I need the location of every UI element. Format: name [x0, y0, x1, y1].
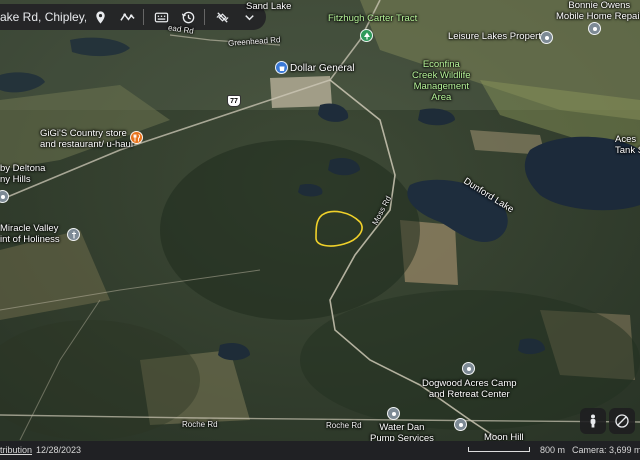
street-view-button[interactable]	[580, 408, 606, 434]
label-line: and restaurant/ u-haul	[40, 139, 133, 150]
label-line: and Retreat Center	[428, 389, 510, 400]
route-button[interactable]	[114, 4, 140, 30]
label-line: Dogwood Acres Camp	[422, 378, 517, 389]
map-label-dogwood[interactable]: Dogwood Acres Camp and Retreat Center	[422, 378, 517, 400]
poi-pin-miracle-valley[interactable]	[67, 228, 80, 241]
route-icon	[119, 12, 135, 21]
search-input[interactable]: ake Rd, Chipley, FL	[0, 10, 86, 24]
poi-pin-dollar-general[interactable]	[275, 61, 288, 74]
scale-bar	[468, 447, 530, 452]
label-line: Aces	[615, 134, 637, 145]
poi-pin-gigis[interactable]	[130, 131, 143, 144]
map-marker-icon	[391, 411, 396, 416]
satellite-map[interactable]: ake Rd, Chipley, FL Sand Lake Fitzhugh C…	[0, 0, 640, 460]
restaurant-icon	[133, 133, 140, 141]
map-label-miracle-valley[interactable]: Miracle Valley int of Holiness	[0, 223, 60, 245]
map-marker-icon	[0, 194, 5, 199]
keyboard-icon	[154, 12, 168, 22]
poi-pin-water-dan[interactable]	[387, 407, 400, 420]
map-marker-icon	[592, 26, 597, 31]
attribution-link[interactable]: tribution	[0, 445, 32, 455]
label-line: ny Hills	[0, 174, 31, 185]
toolbar-divider	[143, 9, 144, 25]
label-line: Management	[413, 81, 470, 92]
road-label-roche-left: Roche Rd	[182, 420, 218, 429]
park-icon	[363, 32, 370, 39]
location-pin-icon	[95, 10, 105, 24]
satellite-off-icon	[215, 11, 229, 23]
label-line: int of Holiness	[0, 234, 60, 245]
label-line: Creek Wildlife	[412, 70, 471, 81]
map-label-deltona[interactable]: by Deltona ny Hills	[0, 163, 45, 185]
poi-pin-moon-hill[interactable]	[454, 418, 467, 431]
label-line: Area	[431, 92, 452, 103]
satellite-toggle-button[interactable]	[209, 4, 235, 30]
label-line: GiGi'S Country store	[40, 128, 127, 139]
label-line: Econfina	[422, 59, 460, 70]
imagery-date: 12/28/2023	[36, 445, 82, 455]
label-line: Tank S	[615, 145, 640, 156]
toolbar-divider	[204, 9, 205, 25]
search-toolbar: ake Rd, Chipley, FL	[0, 4, 266, 30]
history-icon	[181, 11, 194, 23]
map-marker-icon	[466, 366, 471, 371]
label-line: Mobile Home Repair	[556, 11, 640, 22]
map-label-bonnie-owens[interactable]: Bonnie Owens Mobile Home Repair	[556, 0, 640, 22]
map-label-sand-lake[interactable]: Sand Lake	[246, 1, 291, 12]
poi-pin-dogwood[interactable]	[462, 362, 475, 375]
poi-pin-bonnie[interactable]	[588, 22, 601, 35]
location-pin-button[interactable]	[87, 4, 113, 30]
route-shield: 77	[227, 95, 241, 107]
road-label-roche-right: Roche Rd	[326, 421, 362, 430]
label-line: Miracle Valley	[0, 223, 59, 234]
label-line: Water Dan	[379, 422, 425, 433]
map-label-econfina[interactable]: Econfina Creek Wildlife Management Area	[412, 59, 471, 103]
map-label-aces[interactable]: Aces Tank S	[615, 134, 640, 156]
poi-pin-leisure[interactable]	[540, 31, 553, 44]
church-icon	[71, 231, 76, 238]
shopping-icon	[279, 66, 284, 71]
map-marker-icon	[458, 422, 463, 427]
compass-button[interactable]	[609, 408, 635, 434]
map-label-gigis[interactable]: GiGi'S Country store and restaurant/ u-h…	[40, 128, 133, 150]
camera-altitude: Camera: 3,699 m	[572, 445, 640, 455]
map-marker-icon	[544, 35, 549, 40]
status-bar: tribution 12/28/2023 800 m Camera: 3,699…	[0, 441, 640, 460]
label-line: by Deltona	[0, 163, 46, 174]
poi-pin-fitzhugh[interactable]	[360, 29, 373, 42]
map-label-fitzhugh[interactable]: Fitzhugh Carter Tract	[328, 13, 417, 24]
compass-icon	[615, 414, 629, 428]
map-label-dollar-general[interactable]: Dollar General	[290, 63, 354, 74]
map-label-leisure-lakes[interactable]: Leisure Lakes Property	[448, 31, 546, 42]
label-line: Bonnie Owens	[568, 0, 631, 11]
scale-label: 800 m	[540, 445, 566, 455]
pegman-icon	[590, 414, 596, 428]
